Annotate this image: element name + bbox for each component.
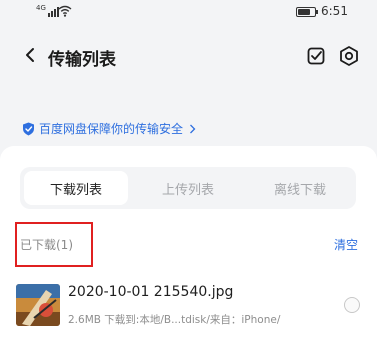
page-title: 传输列表 xyxy=(48,50,116,70)
wifi-icon xyxy=(58,5,72,17)
transfer-tabs: 下载列表 上传列表 离线下载 xyxy=(20,167,356,209)
highlight-annotation-box xyxy=(15,222,93,267)
security-banner-text: 百度网盘保障你的传输安全 xyxy=(39,122,184,136)
status-time: 6:51 xyxy=(321,4,348,18)
transfer-panel: 下载列表 上传列表 离线下载 已下载(1) 清空 2020-10-01 2155… xyxy=(0,146,377,359)
network-type-label: 4G xyxy=(36,4,46,12)
file-name: 2020-10-01 215540.jpg xyxy=(68,284,234,300)
nav-bar: 传输列表 xyxy=(0,36,377,76)
security-banner[interactable]: 百度网盘保障你的传输安全 xyxy=(22,120,196,137)
file-list-item[interactable]: 2020-10-01 215540.jpg 2.6MB 下载到:本地/B...t… xyxy=(0,281,377,331)
shield-icon xyxy=(23,122,34,135)
signal-icon: 4G xyxy=(36,5,59,17)
status-bar: 4G 6:51 xyxy=(0,0,377,26)
back-arrow-icon[interactable] xyxy=(22,44,40,66)
file-thumbnail xyxy=(16,284,60,326)
multi-select-icon[interactable] xyxy=(306,46,326,66)
settings-icon[interactable] xyxy=(338,45,360,67)
tab-download-list[interactable]: 下载列表 xyxy=(24,171,128,205)
tab-offline-download[interactable]: 离线下载 xyxy=(248,171,352,205)
select-radio[interactable] xyxy=(344,297,360,313)
battery-icon xyxy=(296,7,318,17)
file-meta: 2.6MB 下载到:本地/B...tdisk/来自：iPhone/ xyxy=(68,314,281,326)
chevron-right-icon xyxy=(190,124,196,133)
tab-upload-list[interactable]: 上传列表 xyxy=(136,171,240,205)
clear-button[interactable]: 清空 xyxy=(334,236,358,253)
